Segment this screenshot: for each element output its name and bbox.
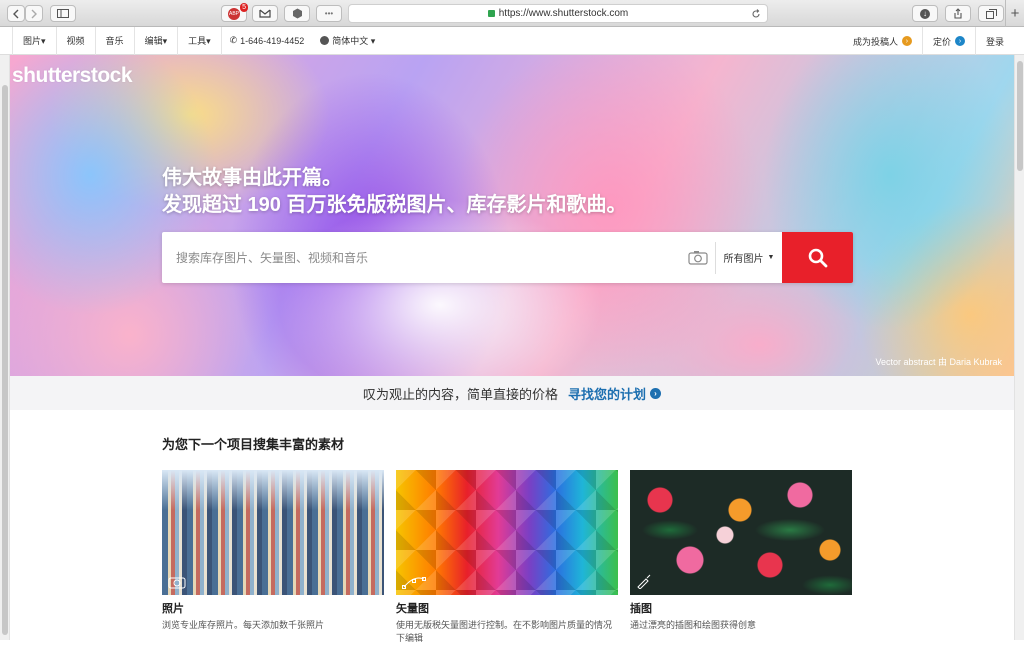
image-credit[interactable]: Vector abstract 由 Daria Kubrak: [875, 355, 1002, 368]
nav-video[interactable]: 视频: [57, 26, 96, 55]
pen-tool-icon: [402, 577, 426, 589]
shutterstock-logo[interactable]: shutterstock: [12, 64, 133, 88]
become-contributor-link[interactable]: 成为投稿人 ›: [843, 27, 922, 55]
phone-number[interactable]: ✆ 1-646-419-4452: [222, 35, 313, 46]
language-selector[interactable]: 简体中文 ▾: [312, 34, 383, 47]
nav-images[interactable]: 图片▾: [12, 26, 57, 55]
section-title: 为您下一个项目搜集丰富的素材: [162, 437, 345, 452]
camera-outline-icon: [168, 577, 186, 589]
card-description: 使用无版税矢量图进行控制。在不影响图片质量的情况下编辑: [396, 620, 613, 643]
hero-banner: shutterstock 伟大故事由此开篇。 发现超过 190 百万张免版税图片…: [10, 55, 1014, 376]
card-vectors[interactable]: 矢量图 使用无版税矢量图进行控制。在不影响图片质量的情况下编辑: [396, 470, 618, 645]
pricing-label: 定价: [932, 36, 951, 47]
arrow-right-icon: ›: [650, 387, 662, 399]
phone-icon: ✆: [229, 35, 238, 45]
sidebar-icon: [57, 9, 69, 18]
filter-label: 所有图片: [723, 254, 764, 265]
globe-icon: [320, 36, 330, 45]
contributor-label: 成为投稿人: [852, 36, 898, 47]
search-icon: [808, 248, 827, 267]
mail-icon: [259, 9, 271, 18]
search-bar: 所有图片 ▼: [162, 232, 853, 283]
card-title[interactable]: 插图: [630, 600, 852, 616]
browser-toolbar: ABP 5 ••• https://www.shutterstock.com ↓…: [0, 0, 1024, 27]
pricing-banner: 叹为观止的内容，简单直接的价格 寻找您的计划 ›: [10, 376, 1014, 410]
downloads-button[interactable]: ↓: [912, 5, 938, 22]
tabs-icon: [985, 8, 997, 19]
photos-thumbnail[interactable]: [162, 470, 384, 595]
adblock-icon: ABP: [228, 7, 240, 20]
hexagon-icon: [292, 8, 302, 19]
url-text: https://www.shutterstock.com: [498, 8, 629, 19]
headline-line-1: 伟大故事由此开篇。: [162, 167, 342, 189]
chevron-left-icon: [13, 9, 19, 18]
dots-icon: •••: [324, 9, 334, 18]
illustrations-thumbnail[interactable]: [630, 470, 852, 595]
card-title[interactable]: 照片: [162, 600, 384, 616]
pricing-arrow-icon: ›: [954, 36, 965, 46]
lock-icon: [487, 10, 495, 17]
scroll-thumb[interactable]: [1017, 61, 1023, 171]
language-label: 简体中文 ▾: [332, 36, 376, 46]
camera-icon: [688, 251, 708, 265]
sidebar-toggle-button[interactable]: [50, 5, 76, 22]
extension-badge: 5: [240, 3, 248, 12]
headline-line-2: 发现超过 190 百万张免版税图片、库存影片和歌曲。: [162, 194, 627, 216]
banner-text: 叹为观止的内容，简单直接的价格: [362, 386, 558, 402]
card-illustrations[interactable]: 插图 通过漂亮的插图和绘图获得创意: [630, 470, 852, 632]
nav-music[interactable]: 音乐: [96, 26, 135, 55]
search-input[interactable]: [162, 232, 681, 283]
card-title[interactable]: 矢量图: [396, 600, 618, 616]
find-plan-label: 寻找您的计划: [568, 386, 647, 402]
address-bar[interactable]: https://www.shutterstock.com: [348, 4, 768, 23]
card-description: 浏览专业库存照片。每天添加数千张照片: [162, 620, 325, 630]
vectors-thumbnail[interactable]: [396, 470, 618, 595]
chevron-right-icon: [31, 9, 37, 18]
login-link[interactable]: 登录: [974, 27, 1014, 55]
share-button[interactable]: [945, 5, 971, 22]
contributor-arrow-icon: ›: [901, 36, 912, 46]
adblock-extension-button[interactable]: ABP 5: [221, 3, 248, 22]
pricing-link[interactable]: 定价 ›: [921, 27, 975, 55]
gmail-extension-button[interactable]: [252, 5, 278, 22]
card-photos[interactable]: 照片 浏览专业库存照片。每天添加数千张照片: [162, 470, 384, 632]
back-button[interactable]: [7, 5, 25, 22]
page-scrollbar[interactable]: [1014, 55, 1024, 640]
find-plan-link[interactable]: 寻找您的计划 ›: [568, 384, 662, 403]
reload-icon[interactable]: [751, 8, 761, 19]
download-icon: ↓: [920, 8, 930, 19]
extension-button[interactable]: [284, 5, 310, 22]
hero-headline: 伟大故事由此开篇。 发现超过 190 百万张免版税图片、库存影片和歌曲。: [162, 165, 626, 219]
tabs-overview-button[interactable]: [978, 5, 1004, 22]
image-type-dropdown[interactable]: 所有图片 ▼: [716, 250, 782, 265]
left-scroll-thumb[interactable]: [2, 85, 8, 635]
new-tab-button[interactable]: +: [1005, 0, 1024, 27]
left-scroll-area: [0, 55, 10, 640]
nav-editorial[interactable]: 编辑▾: [135, 26, 179, 55]
reverse-image-search-button[interactable]: [681, 250, 715, 265]
nav-tools[interactable]: 工具▾: [178, 26, 222, 55]
phone-text: 1-646-419-4452: [240, 35, 305, 46]
site-navigation: 图片▾ 视频 音乐 编辑▾ 工具▾ ✆ 1-646-419-4452 简体中文 …: [0, 26, 1024, 55]
card-description: 通过漂亮的插图和绘图获得创意: [630, 620, 757, 630]
search-button[interactable]: [782, 232, 853, 283]
share-icon: [954, 8, 962, 19]
forward-button[interactable]: [25, 5, 43, 22]
caret-down-icon: ▼: [767, 254, 775, 261]
password-extension-button[interactable]: •••: [316, 5, 342, 22]
brush-icon: [637, 574, 651, 589]
